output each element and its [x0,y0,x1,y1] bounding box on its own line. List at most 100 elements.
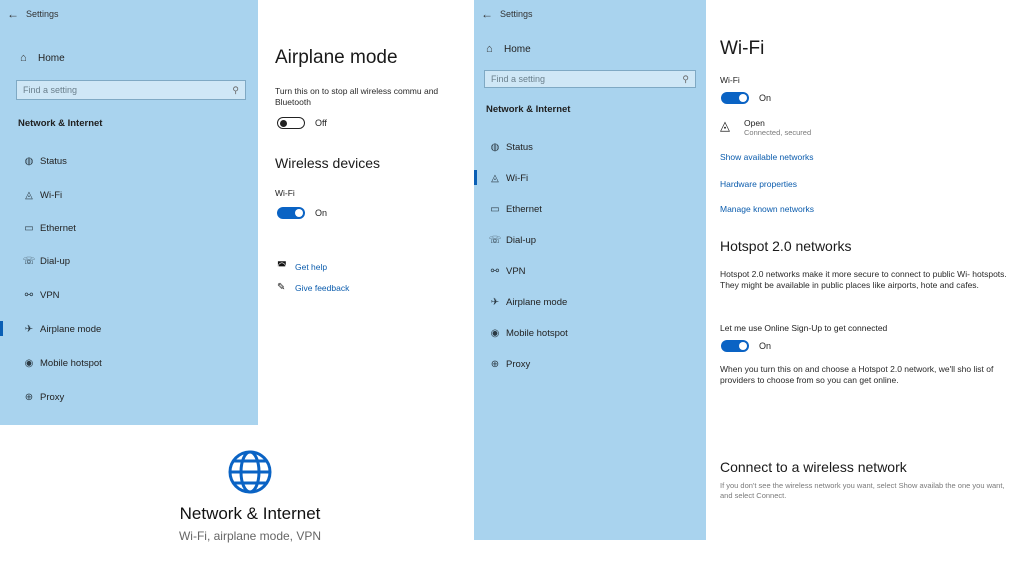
sidebar-item-ethernet[interactable]: ▭ Ethernet [474,204,706,215]
sidebar-item-ethernet[interactable]: ▭ Ethernet [0,223,258,234]
proxy-icon: ⊕ [490,359,500,370]
sidebar-item-label: Status [40,156,67,167]
sidebar-item-airplane-mode[interactable]: ✈ Airplane mode [474,297,706,308]
home-icon: ⌂ [20,52,27,64]
airplane-description: Turn this on to stop all wireless commu … [275,86,439,107]
hotspot-icon: ◉ [24,358,34,369]
hardware-properties-link[interactable]: Hardware properties [720,179,797,189]
sidebar-item-proxy[interactable]: ⊕ Proxy [0,392,258,403]
sidebar-item-label: Proxy [40,392,65,403]
toggle-switch[interactable] [277,117,305,129]
sidebar-item-label: Mobile hotspot [40,358,102,369]
sidebar-item-mobile-hotspot[interactable]: ◉ Mobile hotspot [474,328,706,339]
sidebar-item-proxy[interactable]: ⊕ Proxy [474,359,706,370]
right-sidebar: ← Settings ⌂ Home ⚲ Network & Internet ◍… [474,0,706,540]
wireless-devices-heading: Wireless devices [275,155,381,171]
sidebar-item-label: Status [506,142,533,153]
airplane-mode-toggle[interactable]: Off [277,117,327,129]
sidebar-item-mobile-hotspot[interactable]: ◉ Mobile hotspot [0,358,258,369]
wifi-icon: ◬ [491,173,499,184]
status-icon: ◍ [24,156,34,167]
proxy-icon: ⊕ [24,392,34,403]
search-input[interactable] [23,85,207,95]
left-content: Airplane mode Turn this on to stop all w… [258,0,470,425]
sidebar-item-label: Dial-up [40,256,71,267]
give-feedback-link[interactable]: ✎ Give feedback [277,282,349,293]
right-titlebar: ← Settings [474,0,706,28]
home-label: Home [504,43,531,55]
dialup-icon: ☏ [488,235,502,246]
sidebar-item-wifi[interactable]: ◬ Wi-Fi [0,190,258,201]
airplane-icon: ✈ [24,324,34,335]
sidebar-item-status[interactable]: ◍ Status [0,156,258,167]
wifi-toggle[interactable]: On [277,207,327,219]
back-arrow-icon[interactable]: ← [0,7,26,21]
home-link[interactable]: ⌂ Home [486,43,531,55]
search-box[interactable]: ⚲ [16,80,246,100]
online-signup-toggle[interactable]: On [721,340,771,352]
globe-icon [228,450,272,494]
wifi-label: Wi-Fi [275,188,295,198]
airplane-icon: ✈ [490,297,500,308]
right-settings-window: ← Settings ⌂ Home ⚲ Network & Internet ◍… [474,0,1017,540]
connect-heading: Connect to a wireless network [720,459,907,475]
hotspot-heading: Hotspot 2.0 networks [720,238,852,254]
signup-label: Let me use Online Sign-Up to get connect… [720,323,888,333]
signup-description: When you turn this on and choose a Hotsp… [720,364,994,385]
ethernet-icon: ▭ [24,223,34,234]
sidebar-item-airplane-mode[interactable]: ✈ Airplane mode [0,321,258,336]
sidebar-item-wifi[interactable]: ◬ Wi-Fi [474,170,706,185]
vpn-icon: ⚯ [24,290,34,301]
sidebar-item-label: Wi-Fi [40,190,63,201]
toggle-state: On [315,208,328,218]
show-available-networks-link[interactable]: Show available networks [720,152,814,162]
network-status: Connected, secured [744,128,812,137]
wifi-toggle[interactable]: On [721,92,771,104]
ethernet-icon: ▭ [490,204,500,215]
back-arrow-icon[interactable]: ← [474,7,500,21]
tile-subtitle: Wi-Fi, airplane mode, VPN [178,529,322,543]
home-link[interactable]: ⌂ Home [20,52,65,64]
search-box[interactable]: ⚲ [484,70,696,88]
left-settings-window: ← Settings ⌂ Home ⚲ Network & Internet ◍… [0,0,470,425]
right-nav: ◍ Status ◬ Wi-Fi ▭ Ethernet ☏ Dial-up ⚯ VPN ✈… [474,140,706,380]
vpn-icon: ⚯ [490,266,500,277]
sidebar-item-label: VPN [506,266,526,277]
sidebar-item-dialup[interactable]: ☏ Dial-up [474,235,706,246]
sidebar-item-label: Proxy [506,359,531,370]
connect-description: If you don't see the wireless network yo… [720,481,1005,500]
wifi-signal-icon: ◬ [720,118,730,133]
toggle-switch[interactable] [277,207,305,219]
sidebar-item-label: Ethernet [40,223,76,234]
search-input[interactable] [491,74,660,84]
network-name: Open [744,118,765,128]
right-content: Wi-Fi Wi-Fi On ◬ Open Connected, secured… [706,0,1017,540]
wifi-icon: ◬ [25,190,33,201]
sidebar-item-vpn[interactable]: ⚯ VPN [474,266,706,277]
left-sidebar: ← Settings ⌂ Home ⚲ Network & Internet ◍… [0,0,258,425]
give-feedback-label[interactable]: Give feedback [295,283,349,293]
search-icon[interactable]: ⚲ [682,74,689,85]
section-title: Network & Internet [486,104,571,115]
left-titlebar: ← Settings [0,0,258,28]
search-icon[interactable]: ⚲ [232,85,239,96]
window-title: Settings [26,9,59,19]
home-icon: ⌂ [486,43,493,55]
hotspot-icon: ◉ [490,328,500,339]
home-label: Home [38,52,65,64]
sidebar-item-status[interactable]: ◍ Status [474,142,706,153]
sidebar-item-label: Mobile hotspot [506,328,568,339]
toggle-switch[interactable] [721,340,749,352]
connected-network[interactable]: ◬ Open Connected, secured [720,118,811,138]
get-help-label[interactable]: Get help [295,262,327,272]
sidebar-item-label: Airplane mode [40,324,102,335]
toggle-switch[interactable] [721,92,749,104]
sidebar-item-label: Wi-Fi [506,173,529,184]
network-internet-tile[interactable]: Network & Internet Wi-Fi, airplane mode,… [130,448,370,543]
manage-known-networks-link[interactable]: Manage known networks [720,204,814,214]
sidebar-item-dialup[interactable]: ☏ Dial-up [0,256,258,267]
toggle-state: Off [315,118,327,128]
sidebar-item-vpn[interactable]: ⚯ VPN [0,290,258,301]
sidebar-item-label: Airplane mode [506,297,568,308]
get-help-link[interactable]: ◚ Get help [277,261,327,272]
